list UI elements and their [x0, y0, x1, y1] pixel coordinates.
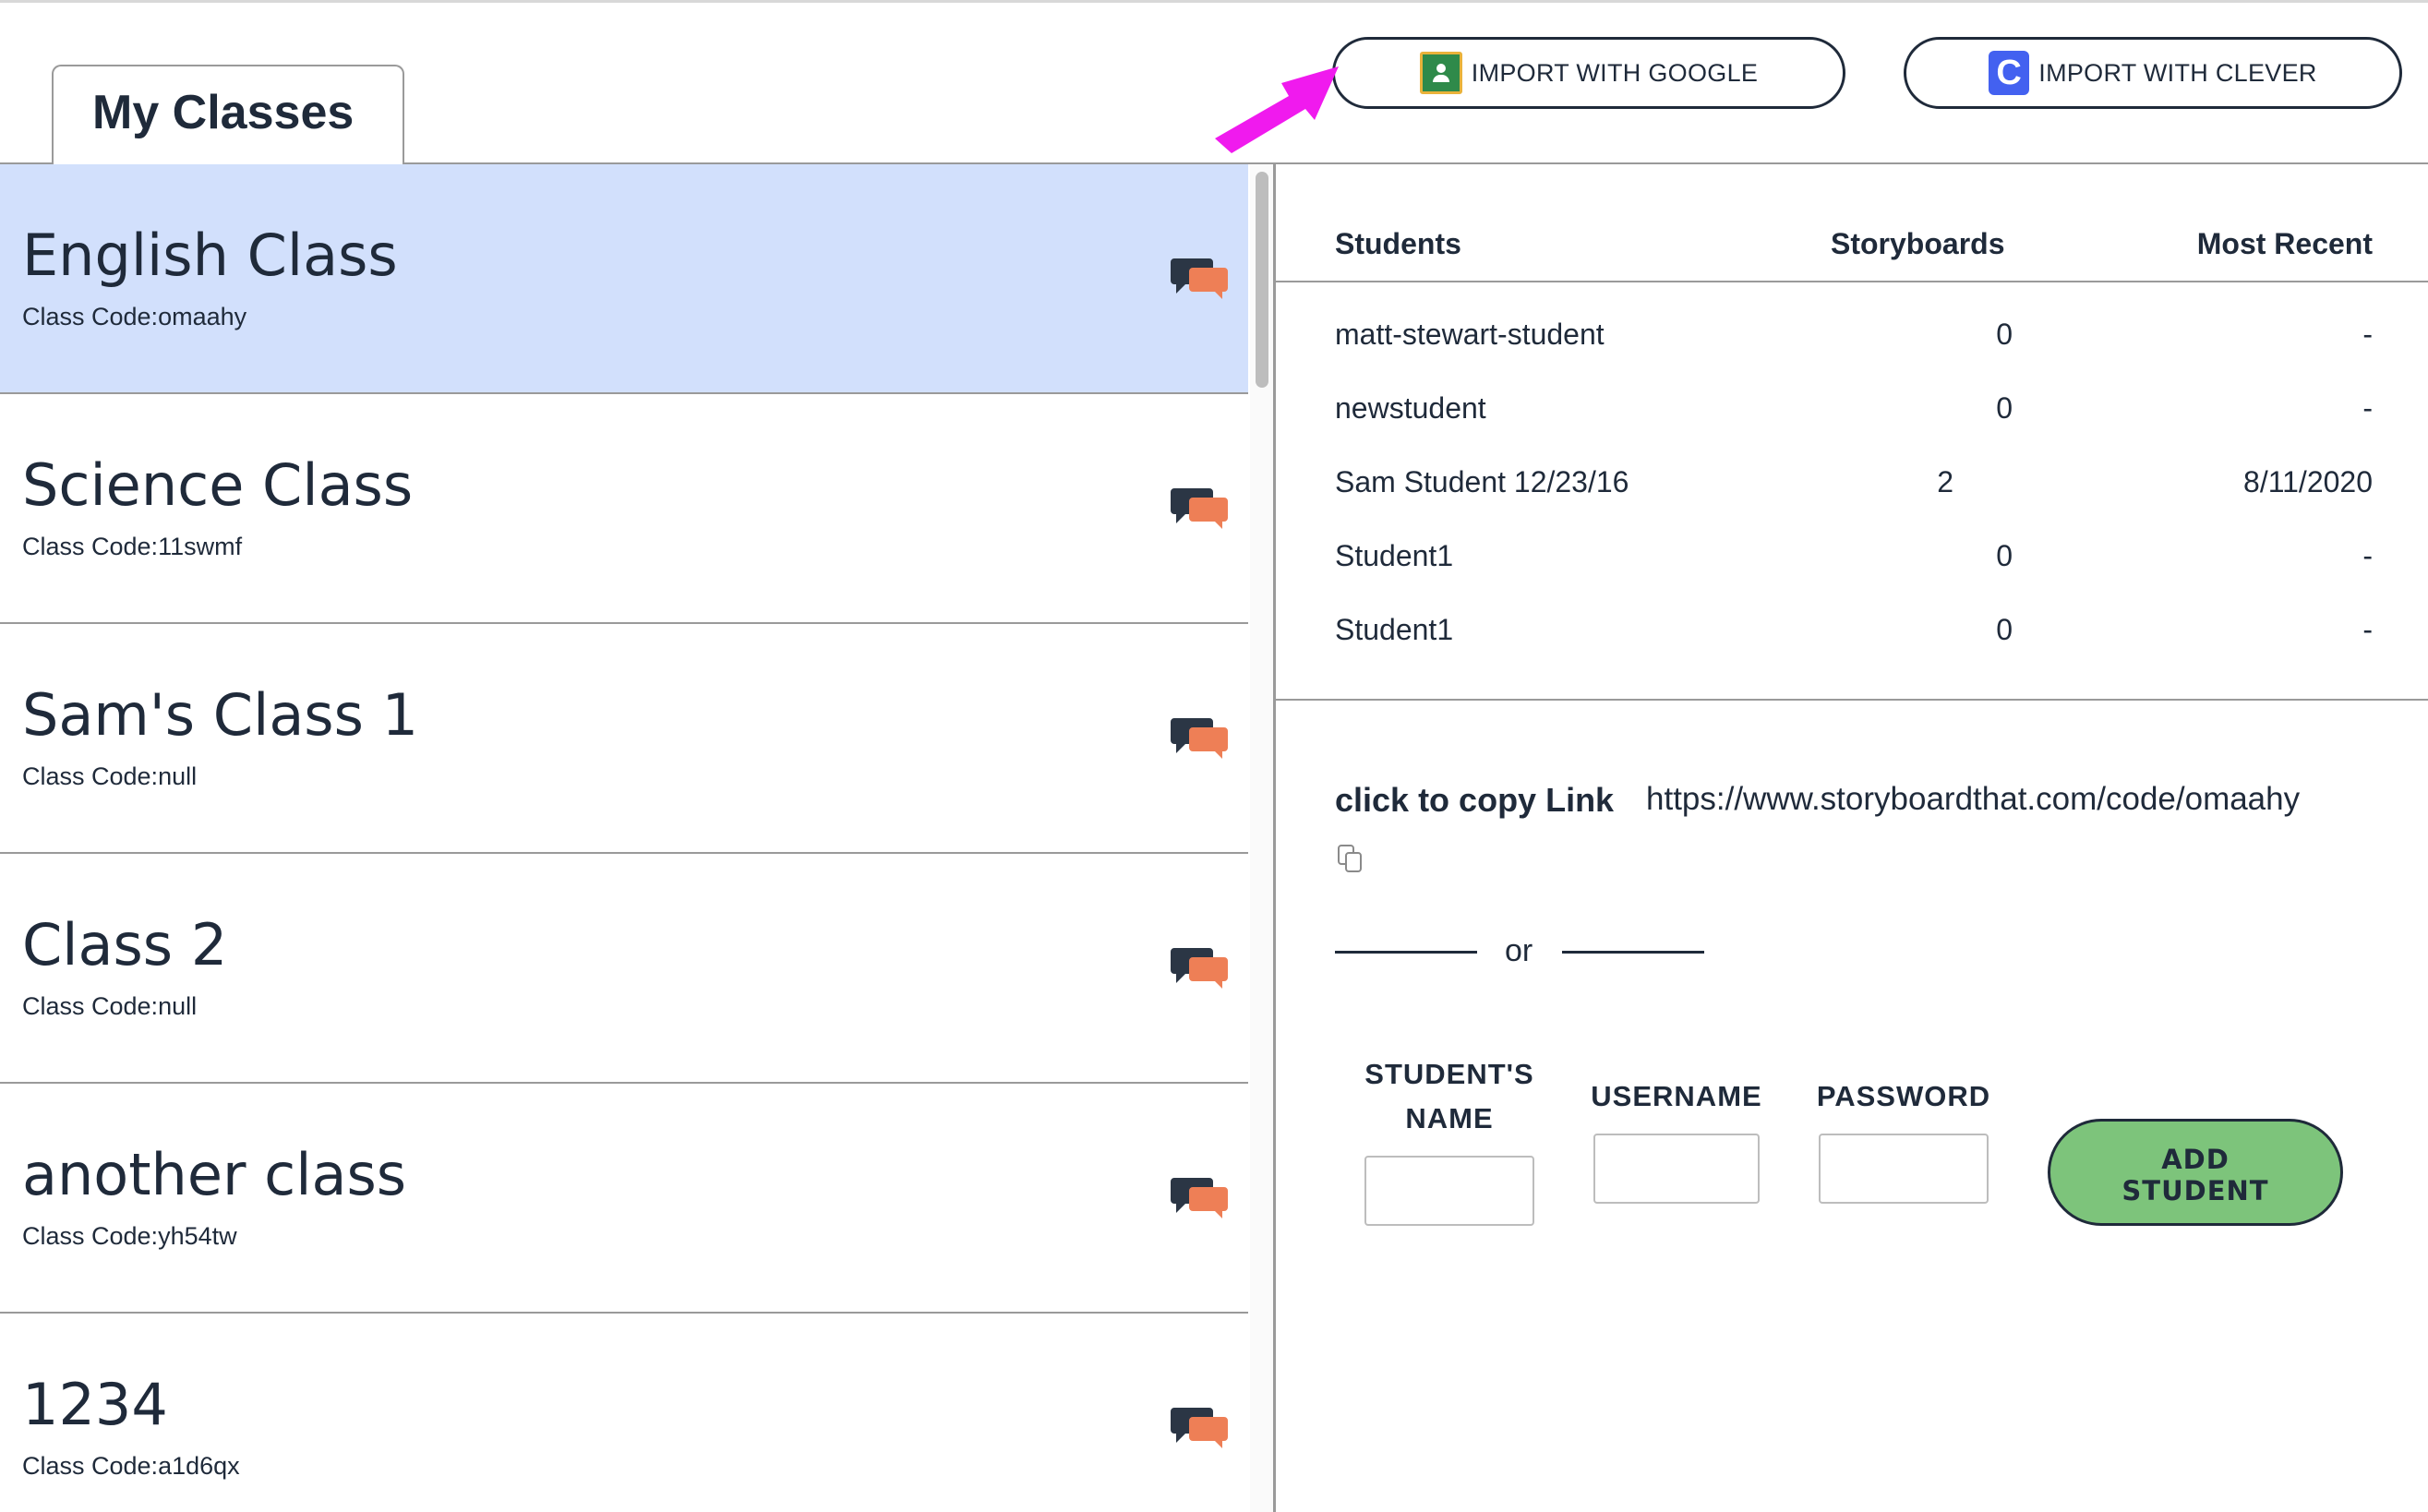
- class-code: Class Code:null: [22, 992, 198, 1020]
- add-student-label-line1: ADD: [2161, 1144, 2230, 1175]
- student-name-input[interactable]: [1364, 1156, 1534, 1226]
- table-header-divider: [1276, 281, 2428, 282]
- student-storyboards: 0: [1996, 391, 2013, 425]
- username-input[interactable]: [1593, 1134, 1760, 1204]
- import-clever-label: IMPORT WITH CLEVER: [2038, 58, 2317, 87]
- column-header-most-recent: Most Recent: [2196, 227, 2373, 260]
- class-list: English Class Class Code:omaahy Science …: [0, 164, 1248, 1512]
- class-name: Sam's Class 1: [22, 681, 419, 749]
- class-code: Class Code:null: [22, 762, 198, 790]
- chat-bubbles-icon[interactable]: [1171, 486, 1230, 533]
- student-most-recent: -: [2362, 391, 2373, 425]
- top-border: [0, 0, 2428, 3]
- google-classroom-icon: [1419, 52, 1462, 94]
- chat-bubbles-icon[interactable]: [1171, 1406, 1230, 1452]
- table-bottom-divider: [1276, 699, 2428, 701]
- chat-bubbles-icon[interactable]: [1171, 946, 1230, 992]
- or-divider-right: [1562, 951, 1704, 954]
- class-code: Class Code:11swmf: [22, 533, 243, 560]
- student-name-label: STUDENT'S NAME: [1357, 1052, 1542, 1141]
- student-name-label-line2: NAME: [1405, 1102, 1494, 1134]
- chat-bubbles-icon[interactable]: [1171, 1176, 1230, 1222]
- class-row[interactable]: 1234 Class Code:a1d6qx: [0, 1314, 1248, 1512]
- add-student-label-line2: STUDENT: [2121, 1175, 2269, 1206]
- column-header-students: Students: [1335, 227, 1461, 260]
- username-label: USERNAME: [1591, 1080, 1762, 1112]
- student-name-label-line1: STUDENT'S: [1364, 1058, 1534, 1090]
- student-most-recent: -: [2362, 318, 2373, 351]
- student-most-recent: -: [2362, 613, 2373, 646]
- student-name: newstudent: [1335, 391, 1486, 425]
- class-name: another class: [22, 1141, 407, 1208]
- class-name: 1234: [22, 1371, 168, 1438]
- class-row[interactable]: English Class Class Code:omaahy: [0, 164, 1248, 394]
- class-name: English Class: [22, 222, 398, 289]
- class-name: Science Class: [22, 451, 414, 519]
- tab-my-classes[interactable]: My Classes: [52, 65, 404, 164]
- pointer-arrow-icon: [1215, 66, 1339, 153]
- password-label: PASSWORD: [1816, 1080, 1991, 1112]
- class-name: Class 2: [22, 911, 228, 978]
- class-list-scrollbar[interactable]: [1250, 164, 1274, 1512]
- copy-icon[interactable]: [1337, 844, 1364, 875]
- student-name: Student1: [1335, 539, 1454, 572]
- column-header-storyboards: Storyboards: [1831, 227, 2005, 260]
- chat-bubbles-icon[interactable]: [1171, 257, 1230, 303]
- class-code: Class Code:a1d6qx: [22, 1452, 240, 1480]
- student-most-recent: 8/11/2020: [2243, 465, 2373, 498]
- student-name: matt-stewart-student: [1335, 318, 1605, 351]
- password-input[interactable]: [1819, 1134, 1989, 1204]
- student-most-recent: -: [2362, 539, 2373, 572]
- or-text: or: [1505, 933, 1533, 968]
- import-google-label: IMPORT WITH GOOGLE: [1471, 58, 1759, 87]
- student-storyboards: 2: [1937, 465, 1953, 498]
- class-row[interactable]: another class Class Code:yh54tw: [0, 1084, 1248, 1314]
- class-link-url[interactable]: https://www.storyboardthat.com/code/omaa…: [1646, 781, 2300, 818]
- chat-bubbles-icon[interactable]: [1171, 716, 1230, 762]
- copy-link-label[interactable]: click to copy Link: [1335, 781, 1614, 820]
- or-divider-left: [1335, 951, 1477, 954]
- student-storyboards: 0: [1996, 539, 2013, 572]
- clever-icon: C: [1989, 51, 2030, 95]
- student-name: Sam Student 12/23/16: [1335, 465, 1629, 498]
- class-row[interactable]: Class 2 Class Code:null: [0, 854, 1248, 1084]
- class-code: Class Code:yh54tw: [22, 1222, 237, 1250]
- scrollbar-thumb[interactable]: [1256, 172, 1268, 388]
- class-code: Class Code:omaahy: [22, 303, 247, 330]
- panel-divider: [1273, 164, 1276, 1512]
- import-clever-button[interactable]: C IMPORT WITH CLEVER: [1904, 37, 2402, 109]
- class-row[interactable]: Science Class Class Code:11swmf: [0, 394, 1248, 624]
- import-google-button[interactable]: IMPORT WITH GOOGLE: [1332, 37, 1845, 109]
- student-name: Student1: [1335, 613, 1454, 646]
- add-student-button[interactable]: ADD STUDENT: [2048, 1119, 2343, 1226]
- tab-title: My Classes: [92, 86, 355, 139]
- student-storyboards: 0: [1996, 613, 2013, 646]
- class-row[interactable]: Sam's Class 1 Class Code:null: [0, 624, 1248, 854]
- student-storyboards: 0: [1996, 318, 2013, 351]
